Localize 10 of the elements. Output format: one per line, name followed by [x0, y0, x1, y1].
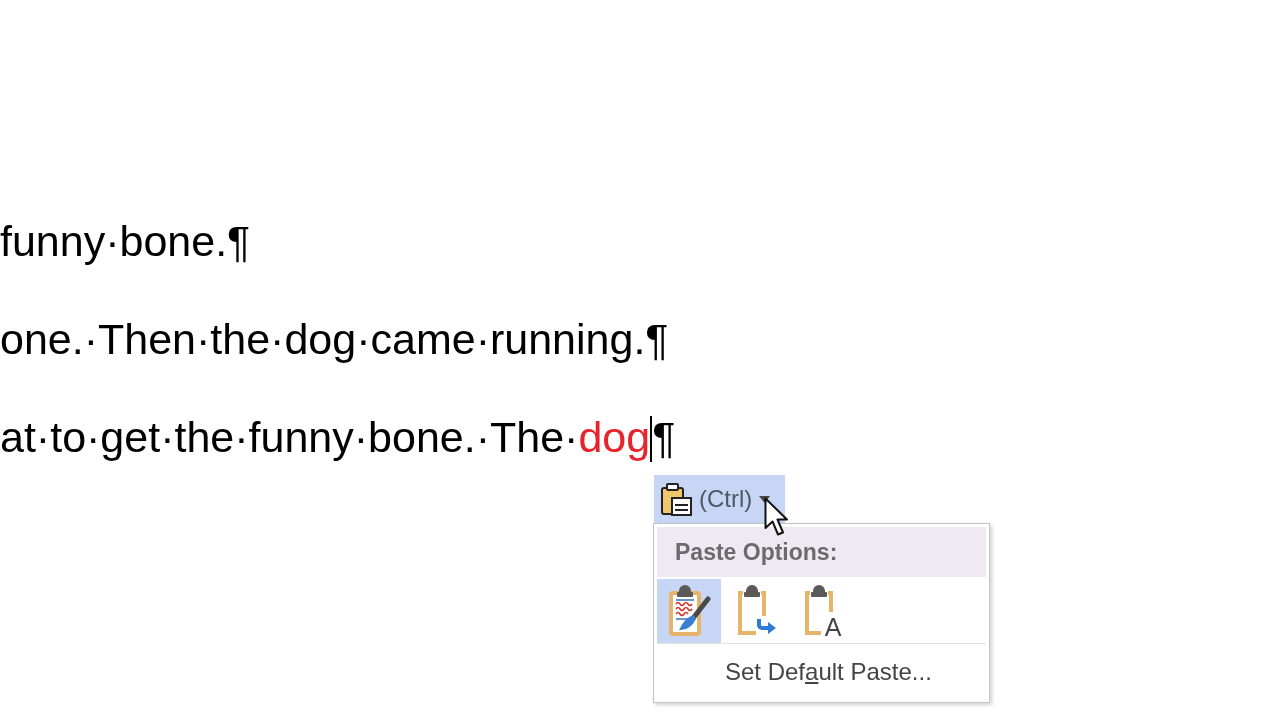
paste-options-button[interactable]: (Ctrl) [654, 475, 785, 523]
text-line: funny·bone.¶ [0, 216, 252, 267]
paste-option[interactable] [657, 579, 721, 643]
clipboard-brush-icon [667, 584, 711, 638]
clipboard-icon [660, 482, 692, 516]
paste-option[interactable]: A [791, 579, 855, 643]
menu-header: Paste Options: [657, 527, 986, 577]
menu-item[interactable]: Set Default Paste... [657, 644, 986, 699]
text-line: one.·Then·the·dog·came·running.¶ [0, 314, 670, 365]
text-line: at·to·get·the·funny·bone.·The·dog¶ [0, 412, 677, 464]
